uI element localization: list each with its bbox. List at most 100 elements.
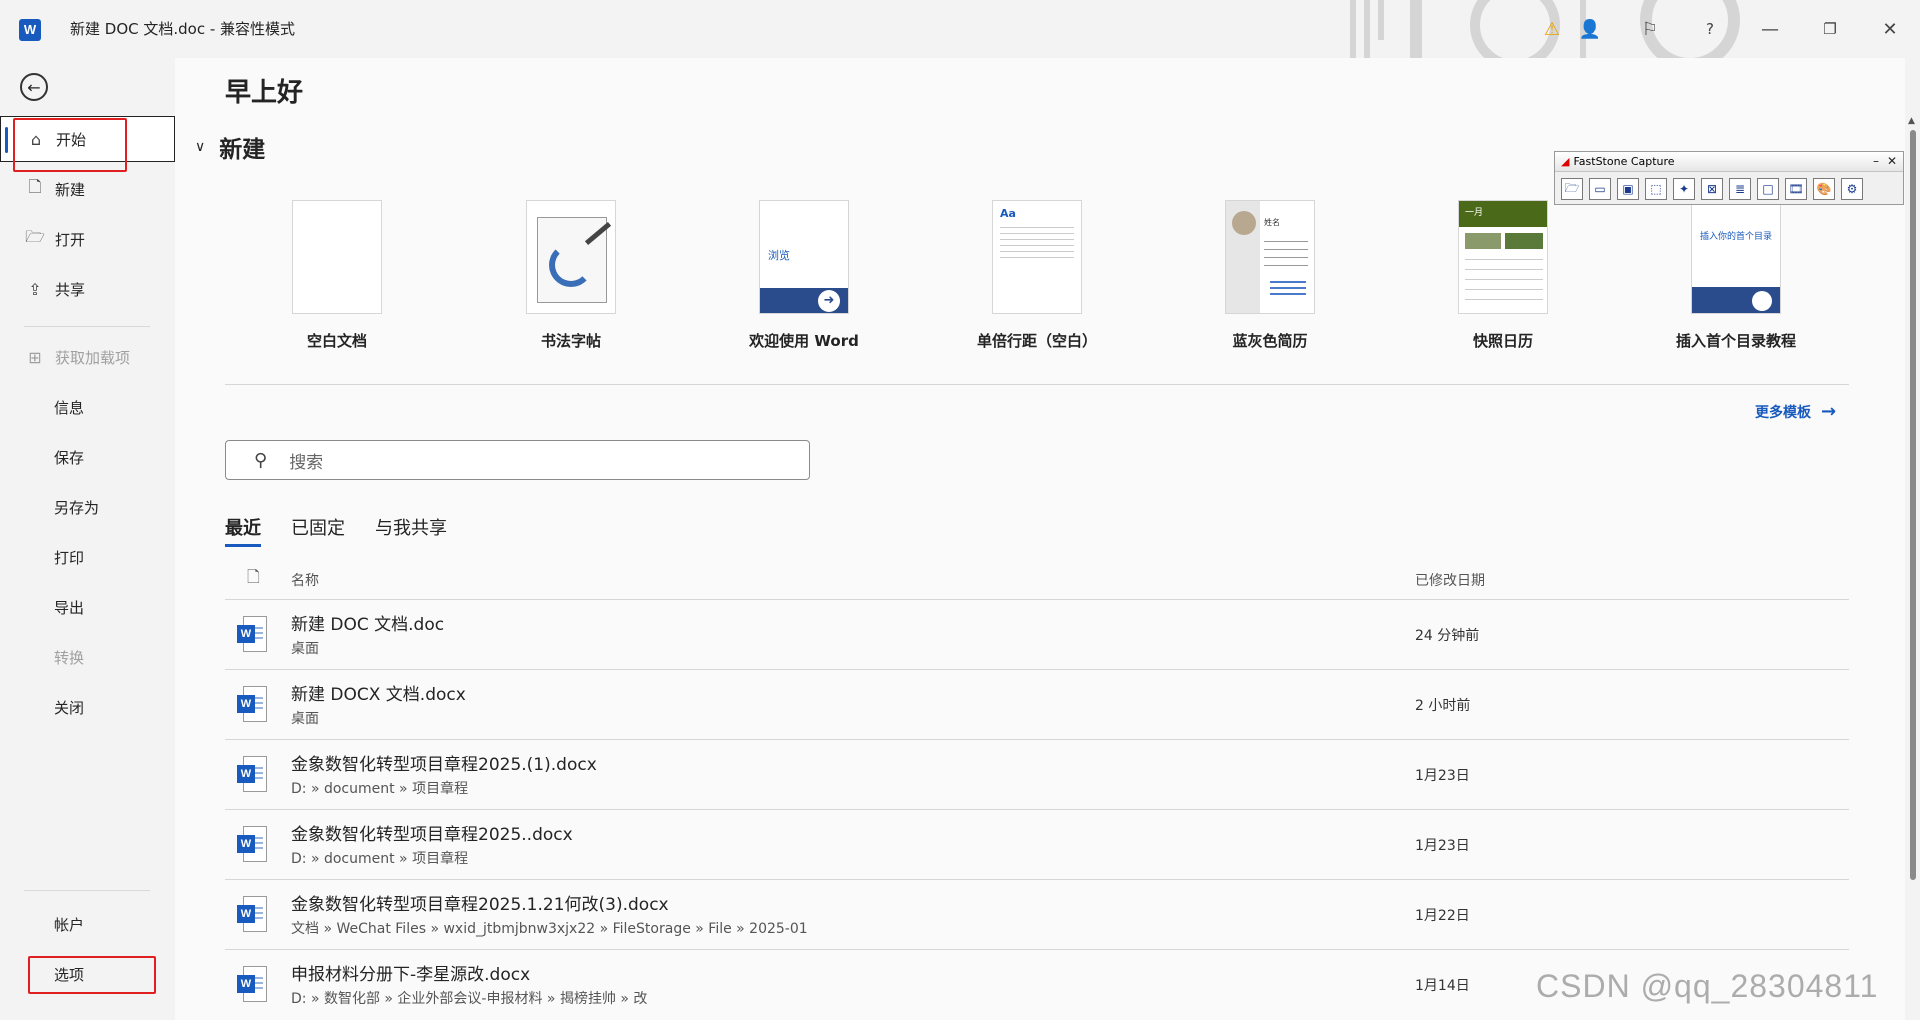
templates-divider [225, 384, 1849, 385]
faststone-capture-toolbar: ◢ FastStone Capture – ✕ 🗁 ▭ ▣ ⬚ ✦ ⊠ ≣ □ … [1554, 151, 1904, 205]
template-blue-gray-resume[interactable]: 姓名 蓝灰色简历 [1180, 200, 1360, 351]
sidebar-item-options[interactable]: 选项 [0, 951, 175, 997]
file-name: 金象数智化转型项目章程2025.(1).docx [291, 755, 597, 775]
template-thumbnail [292, 200, 382, 314]
feedback-icon[interactable]: ⚐ [1635, 14, 1665, 44]
thumb-text: 插入你的首个目录 [1700, 232, 1773, 242]
template-thumbnail: 浏览 ➜ [759, 200, 849, 314]
user-icon[interactable]: 👤 [1575, 14, 1605, 44]
sidebar-divider [24, 326, 150, 327]
file-date: 1月14日 [1415, 978, 1470, 994]
capture-freehand-icon[interactable]: ✦ [1673, 178, 1695, 200]
settings-icon[interactable]: ⚙ [1841, 178, 1863, 200]
arrow-right-icon: ➜ [818, 290, 840, 312]
sidebar-item-info[interactable]: 信息 [0, 384, 175, 430]
sidebar-item-close[interactable]: 关闭 [0, 684, 175, 730]
table-row[interactable]: W 新建 DOCX 文档.docx 桌面 2 小时前 [225, 670, 1849, 740]
screen-record-icon[interactable]: 🎞 [1785, 178, 1807, 200]
thumb-text: 浏览 [768, 249, 790, 262]
search-icon: ⚲ [254, 449, 268, 471]
file-path: D: » document » 项目章程 [291, 851, 469, 867]
capture-scrolling-icon[interactable]: ≣ [1729, 178, 1751, 200]
sidebar-item-label: 信息 [54, 398, 85, 417]
new-section-title: 新建 [219, 137, 266, 163]
faststone-window-controls: – ✕ [1873, 154, 1897, 168]
sidebar-item-account[interactable]: 帐户 [0, 901, 175, 947]
capture-object-icon[interactable]: ▣ [1617, 178, 1639, 200]
column-date-modified[interactable]: 已修改日期 [1415, 570, 1485, 590]
scrollbar-thumb[interactable] [1910, 130, 1916, 880]
insert-icon [1752, 291, 1772, 311]
back-button[interactable]: ← [20, 73, 48, 101]
capture-rectangle-icon[interactable]: ⬚ [1645, 178, 1667, 200]
template-name: 单倍行距（空白） [976, 332, 1097, 350]
template-toc-tutorial[interactable]: 插入你的首个目录 插入首个目录教程 [1646, 200, 1826, 351]
sidebar-item-label: 另存为 [54, 498, 100, 517]
word-file-icon: W [237, 826, 267, 862]
vertical-scrollbar[interactable]: ▲ [1906, 116, 1920, 1020]
restore-button[interactable]: ❐ [1815, 14, 1845, 44]
sidebar-item-share[interactable]: ⇪ 共享 [0, 266, 175, 312]
share-icon: ⇪ [28, 279, 42, 299]
template-snapshot-calendar[interactable]: 一月 快照日历 [1413, 200, 1593, 351]
output-options-icon[interactable]: 🎨 [1813, 178, 1835, 200]
search-input[interactable]: ⚲ 搜索 [225, 440, 810, 480]
window-title: 新建 DOC 文档.doc - 兼容性模式 [70, 20, 296, 38]
home-icon: ⌂ [30, 129, 42, 149]
warning-icon[interactable]: ⚠ [1537, 14, 1567, 44]
folder-open-icon: 🗁 [25, 226, 45, 246]
column-name[interactable]: 名称 [291, 570, 319, 590]
sidebar-item-home[interactable]: ⌂ 开始 [0, 116, 175, 162]
more-templates-link[interactable]: 更多模板 → [1755, 401, 1836, 422]
table-row[interactable]: W 金象数智化转型项目章程2025.1.21何改(3).docx 文档 » We… [225, 880, 1849, 950]
sidebar-item-label: 开始 [56, 130, 87, 149]
capture-fixed-region-icon[interactable]: □ [1757, 178, 1779, 200]
chevron-down-icon: ∨ [195, 139, 206, 155]
template-name: 蓝灰色简历 [1232, 332, 1308, 350]
template-name: 快照日历 [1472, 332, 1533, 350]
tab-pinned[interactable]: 已固定 [291, 514, 345, 547]
file-date: 24 分钟前 [1415, 628, 1480, 644]
sidebar-item-label: 选项 [54, 965, 85, 984]
faststone-title-bar[interactable]: ◢ FastStone Capture [1555, 152, 1903, 172]
template-thumbnail: 插入你的首个目录 [1691, 200, 1781, 314]
sidebar-item-new[interactable]: 🗋 新建 [0, 166, 175, 212]
thumb-text: 姓名 [1264, 218, 1280, 227]
template-calligraphy[interactable]: 书法字帖 [481, 200, 661, 351]
tab-shared-with-me[interactable]: 与我共享 [375, 514, 447, 547]
back-arrow-icon: ← [27, 77, 41, 97]
table-row[interactable]: W 金象数智化转型项目章程2025..docx D: » document » … [225, 810, 1849, 880]
sidebar-item-print[interactable]: 打印 [0, 534, 175, 580]
file-date: 1月23日 [1415, 768, 1470, 784]
sidebar-item-save[interactable]: 保存 [0, 434, 175, 480]
template-single-spaced[interactable]: Aa 单倍行距（空白） [947, 200, 1127, 351]
sidebar-item-open[interactable]: 🗁 打开 [0, 216, 175, 262]
faststone-minimize-button[interactable]: – [1873, 154, 1879, 168]
close-button[interactable]: ✕ [1875, 14, 1905, 44]
file-path: D: » 数智化部 » 企业外部会议-申报材料 » 揭榜挂帅 » 改 [291, 991, 648, 1007]
file-name: 新建 DOC 文档.doc [291, 615, 445, 635]
table-row[interactable]: W 新建 DOC 文档.doc 桌面 24 分钟前 [225, 600, 1849, 670]
capture-fullscreen-icon[interactable]: ⊠ [1701, 178, 1723, 200]
new-section-header[interactable]: ∨ 新建 [195, 130, 265, 164]
file-date: 1月23日 [1415, 838, 1470, 854]
template-blank[interactable]: 空白文档 [247, 200, 427, 351]
minimize-button[interactable]: — [1755, 14, 1785, 44]
tab-recent[interactable]: 最近 [225, 514, 261, 547]
file-date: 1月22日 [1415, 908, 1470, 924]
template-welcome-word[interactable]: 浏览 ➜ 欢迎使用 Word [714, 200, 894, 351]
open-file-icon[interactable]: 🗁 [1561, 178, 1583, 200]
table-row[interactable]: W 金象数智化转型项目章程2025.(1).docx D: » document… [225, 740, 1849, 810]
help-icon[interactable]: ? [1695, 14, 1725, 44]
capture-window-icon[interactable]: ▭ [1589, 178, 1611, 200]
sidebar-item-label: 新建 [55, 180, 86, 199]
scroll-up-icon[interactable]: ▲ [1908, 116, 1915, 126]
file-list-header: 🗋 名称 已修改日期 [225, 560, 1849, 600]
file-icon: 🗋 [247, 567, 260, 586]
faststone-close-button[interactable]: ✕ [1887, 154, 1897, 168]
template-thumbnail [526, 200, 616, 314]
sidebar-item-save-as[interactable]: 另存为 [0, 484, 175, 530]
sidebar-item-export[interactable]: 导出 [0, 584, 175, 630]
sidebar-item-label: 转换 [54, 648, 85, 667]
file-name: 新建 DOCX 文档.docx [291, 685, 466, 705]
